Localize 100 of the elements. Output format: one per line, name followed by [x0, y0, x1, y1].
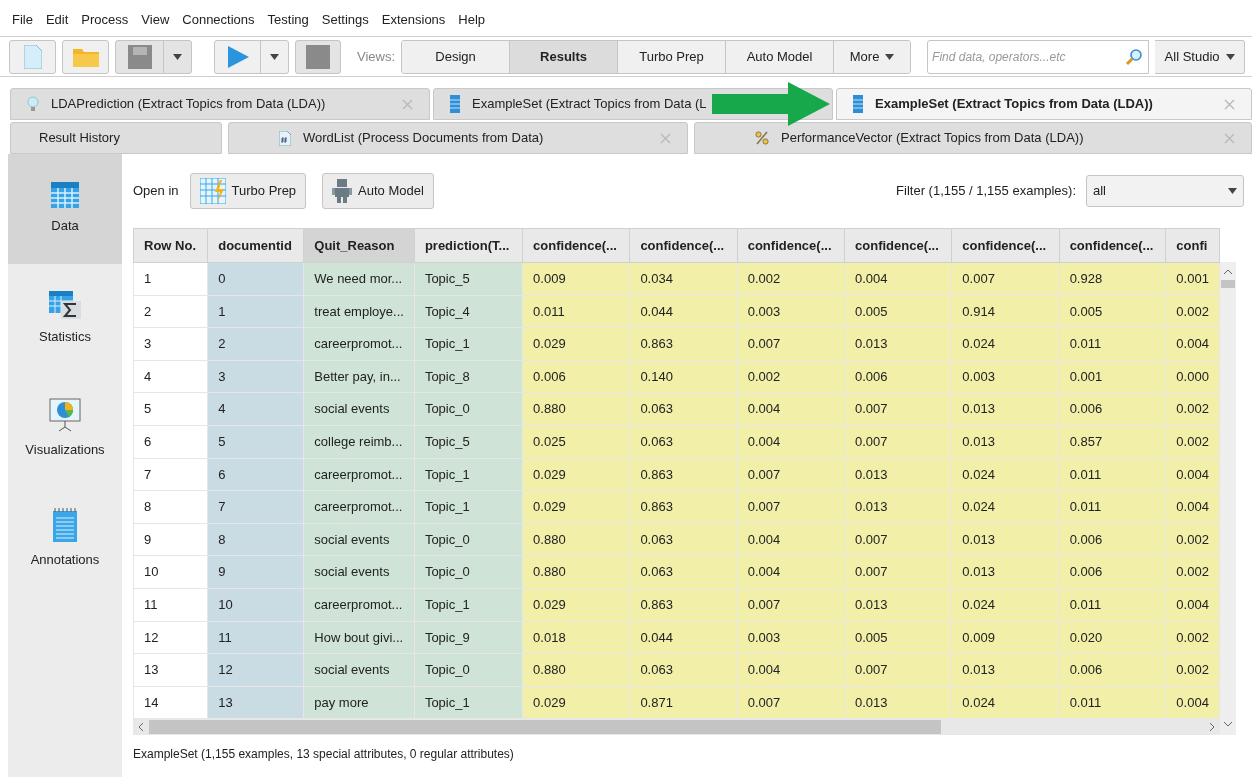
- view-tab[interactable]: Auto Model: [726, 40, 835, 73]
- table-cell: 0.044: [629, 621, 738, 654]
- column-header[interactable]: confidence(...: [737, 228, 845, 263]
- open-in-button[interactable]: Auto Model: [322, 173, 434, 209]
- menu-item[interactable]: Settings: [321, 10, 369, 30]
- table-cell: 0.029: [522, 458, 630, 491]
- table-cell: 0.007: [844, 653, 952, 687]
- table-cell: college reimb...: [303, 425, 415, 459]
- table-cell: Topic_4: [414, 295, 523, 328]
- table-cell: 0.063: [629, 392, 738, 426]
- table-cell: 0.029: [522, 490, 630, 524]
- column-header[interactable]: confidence(...: [522, 228, 630, 263]
- more-button[interactable]: More: [834, 40, 911, 73]
- result-tab[interactable]: WordList (Process Documents from Data): [228, 122, 688, 154]
- table-cell: 9: [207, 555, 304, 589]
- table-cell: 0.928: [1059, 262, 1166, 296]
- table-cell: 0.013: [951, 555, 1060, 589]
- menu-item[interactable]: Process: [81, 10, 129, 30]
- open-button[interactable]: [62, 39, 109, 74]
- table-cell: 0.880: [522, 523, 630, 556]
- column-header[interactable]: confidence(...: [1059, 228, 1166, 263]
- table-cell: 10: [207, 588, 304, 622]
- column-header[interactable]: confidence(...: [629, 228, 738, 263]
- menu-item[interactable]: Edit: [45, 10, 69, 30]
- view-tab[interactable]: Turbo Prep: [618, 40, 727, 73]
- new-file-button[interactable]: [9, 39, 56, 74]
- result-tab[interactable]: PerformanceVector (Extract Topics from Data (LDA)): [694, 122, 1252, 154]
- table-cell: 0.004: [1165, 686, 1220, 719]
- table-cell: 4: [133, 360, 208, 393]
- table-cell: 5: [207, 425, 304, 459]
- sidebar-item[interactable]: Statistics: [8, 264, 122, 374]
- table-cell: 3: [133, 327, 208, 361]
- column-header[interactable]: confi: [1165, 228, 1220, 263]
- menu-item[interactable]: View: [141, 10, 170, 30]
- table-cell: 0.013: [951, 425, 1060, 459]
- table-cell: 0.044: [629, 295, 738, 328]
- scope-dropdown[interactable]: All Studio: [1155, 39, 1246, 74]
- table-cell: 0.006: [522, 360, 630, 393]
- result-tab[interactable]: LDAPrediction (Extract Topics from Data (LDA)): [10, 88, 430, 120]
- horizontal-scrollbar[interactable]: [133, 719, 1220, 735]
- column-header[interactable]: confidence(...: [951, 228, 1060, 263]
- table-cell: 0.004: [1165, 327, 1220, 361]
- menu-item[interactable]: Connections: [182, 10, 255, 30]
- view-tab[interactable]: Design: [402, 40, 511, 73]
- result-tab[interactable]: ExampleSet (Extract Topics from Data (LDA)): [836, 88, 1252, 120]
- menu-item[interactable]: Testing: [267, 10, 309, 30]
- table-cell: 0.871: [629, 686, 738, 719]
- open-in-label: Open in: [133, 182, 179, 201]
- table-cell: 0.063: [629, 523, 738, 556]
- table-icon: [450, 95, 460, 113]
- sidebar-item[interactable]: Visualizations: [8, 374, 122, 484]
- table-cell: 0.863: [629, 327, 738, 361]
- table-cell: 0.002: [1165, 523, 1220, 556]
- view-tab[interactable]: Results: [510, 40, 619, 73]
- table-cell: 0.011: [1059, 686, 1166, 719]
- menu-item[interactable]: File: [12, 10, 33, 30]
- table-cell: 0.013: [844, 588, 952, 622]
- result-tab[interactable]: Result History: [10, 122, 222, 154]
- stop-button[interactable]: [295, 39, 341, 74]
- menu-item[interactable]: Extensions: [381, 10, 446, 30]
- table-cell: 0.004: [737, 392, 845, 426]
- table-cell: careerpromot...: [303, 327, 415, 361]
- table-cell: 0.013: [951, 523, 1060, 556]
- close-icon[interactable]: [402, 98, 413, 110]
- table-cell: social events: [303, 523, 415, 556]
- table-cell: 0.003: [737, 295, 845, 328]
- menu-item[interactable]: Help: [458, 10, 486, 30]
- table-cell: Topic_1: [414, 588, 523, 622]
- search-icon[interactable]: [1125, 47, 1144, 66]
- table-cell: Topic_1: [414, 686, 523, 719]
- table-cell: 0.002: [1165, 295, 1220, 328]
- table-cell: 7: [207, 490, 304, 524]
- folder-icon: [72, 46, 99, 67]
- table-cell: 0.880: [522, 653, 630, 687]
- column-header[interactable]: prediction(T...: [414, 228, 523, 263]
- table-cell: 0.013: [844, 490, 952, 524]
- column-header[interactable]: Quit_Reason: [303, 228, 415, 263]
- close-icon[interactable]: [660, 132, 671, 144]
- table-cell: 11: [133, 588, 208, 622]
- vertical-scrollbar[interactable]: [1220, 262, 1236, 735]
- sidebar-item[interactable]: Data: [8, 154, 122, 264]
- table-cell: 0.003: [737, 621, 845, 654]
- sidebar-item[interactable]: Annotations: [8, 484, 122, 594]
- statistics-table-icon: [49, 291, 81, 320]
- column-header[interactable]: confidence(...: [844, 228, 952, 263]
- table-cell: 0.004: [737, 425, 845, 459]
- column-header[interactable]: documentid: [207, 228, 304, 263]
- table-cell: How bout givi...: [303, 621, 415, 654]
- table-icon: [853, 95, 863, 113]
- filter-dropdown[interactable]: all: [1086, 175, 1244, 207]
- table-cell: 0.007: [844, 392, 952, 426]
- table-cell: 0.024: [951, 490, 1060, 524]
- close-icon[interactable]: [1224, 98, 1235, 110]
- column-header[interactable]: Row No.: [133, 228, 208, 263]
- close-icon[interactable]: [1224, 132, 1235, 144]
- table-cell: 6: [133, 425, 208, 459]
- table-cell: Topic_0: [414, 392, 523, 426]
- table-cell: 0.009: [951, 621, 1060, 654]
- search-field[interactable]: Find data, operators...etc: [927, 39, 1150, 74]
- open-in-button[interactable]: Turbo Prep: [189, 173, 307, 209]
